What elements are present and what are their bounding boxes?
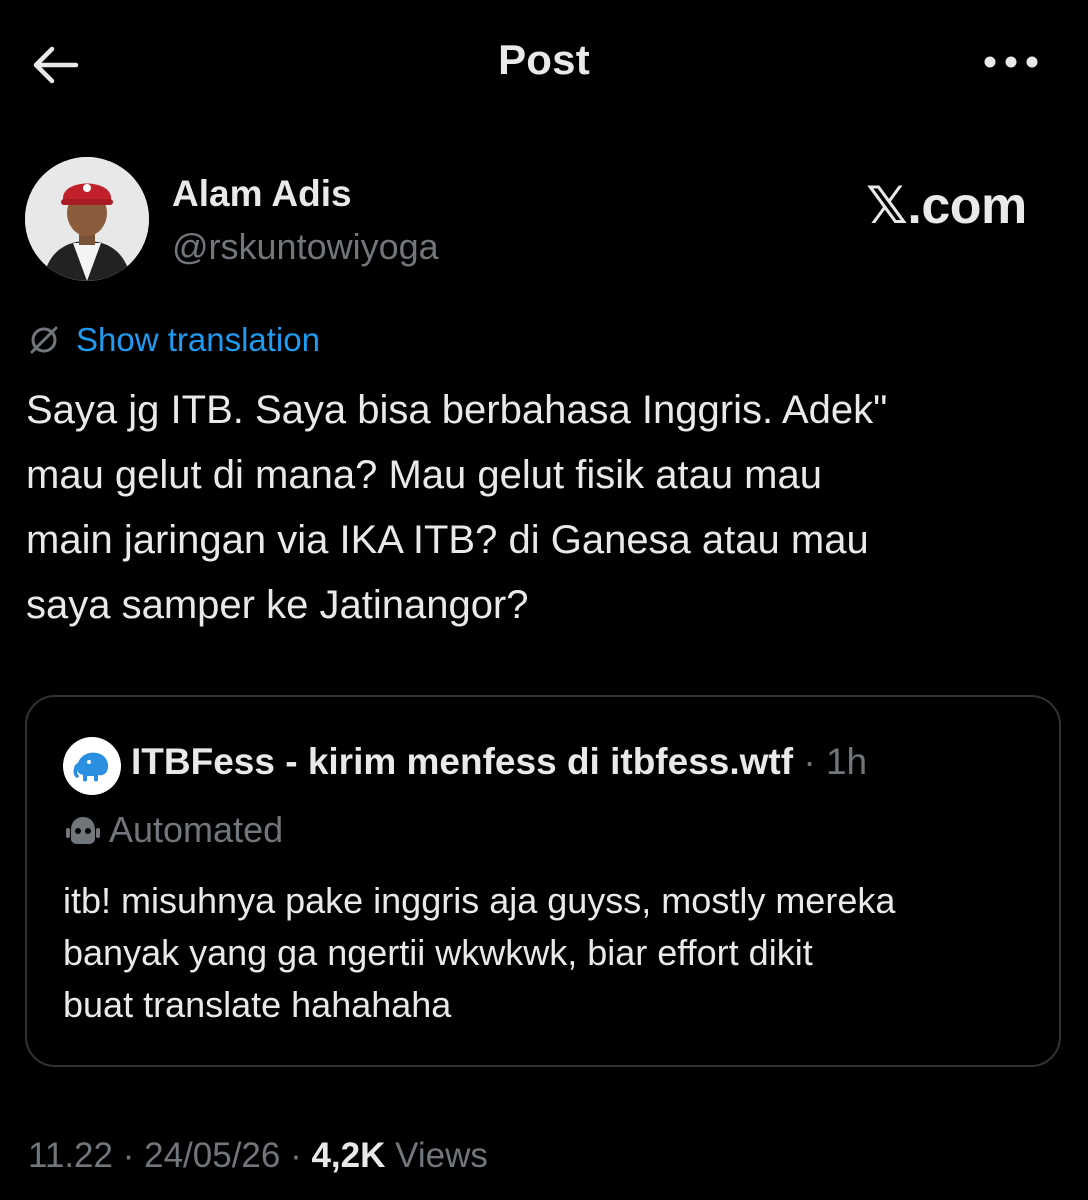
views-label: Views [385, 1136, 488, 1175]
meta-separator: · [113, 1136, 145, 1175]
post-text: Saya jg ITB. Saya bisa berbahasa Inggris… [26, 388, 888, 627]
meta-separator: · [280, 1136, 312, 1175]
show-translation-link[interactable]: Show translation [26, 318, 320, 362]
elephant-logo-icon [73, 752, 109, 782]
quoted-post[interactable]: ITBFess - kirim menfess di itbfess.wtf ·… [25, 695, 1061, 1067]
post-metadata: 11.22 · 24/05/26 · 4,2K Views [28, 1136, 488, 1176]
automated-badge: Automated [63, 809, 283, 851]
post-date: 24/05/26 [144, 1136, 281, 1175]
quote-separator: · [793, 741, 826, 782]
avatar-photo [25, 157, 149, 281]
automated-label: Automated [109, 809, 284, 850]
author-handle[interactable]: @rskuntowiyoga [172, 226, 439, 268]
quote-header: ITBFess - kirim menfess di itbfess.wtf ·… [131, 741, 867, 783]
show-translation-label: Show translation [76, 321, 320, 358]
top-bar: Post [0, 0, 1088, 125]
quote-text: itb! misuhnya pake inggris aja guyss, mo… [63, 880, 896, 1025]
author-avatar[interactable] [25, 157, 149, 281]
page-title: Post [498, 36, 590, 83]
views-count[interactable]: 4,2K [311, 1136, 385, 1175]
bot-icon [63, 810, 103, 850]
quote-author-name[interactable]: ITBFess - kirim menfess di itbfess.wtf [131, 741, 793, 782]
more-horizontal-icon [984, 56, 1038, 68]
post-time: 11.22 [28, 1136, 113, 1175]
more-options-button[interactable] [978, 42, 1044, 82]
x-com-watermark: 𝕏.com [866, 177, 1027, 235]
quote-timestamp: 1h [825, 741, 868, 782]
quote-avatar [63, 737, 121, 795]
globe-icon [26, 322, 62, 358]
author-name[interactable]: Alam Adis [172, 173, 352, 215]
